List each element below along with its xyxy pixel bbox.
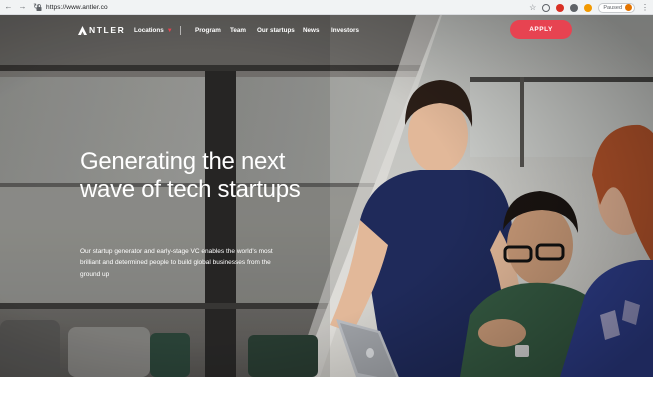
lock-icon: [36, 4, 42, 11]
back-icon[interactable]: ←: [3, 2, 14, 13]
address-bar[interactable]: https://www.antler.co: [36, 2, 556, 13]
forward-icon[interactable]: →: [17, 2, 28, 13]
extension-icon[interactable]: [570, 3, 579, 12]
nav-investors[interactable]: Investors: [331, 27, 359, 34]
star-icon[interactable]: ☆: [529, 3, 536, 12]
extension-icon[interactable]: [542, 3, 551, 12]
profile-button[interactable]: Paused: [598, 2, 635, 13]
url-text: https://www.antler.co: [46, 4, 108, 11]
extension-icon[interactable]: [584, 3, 593, 12]
hero-subtext: Our startup generator and early-stage VC…: [80, 248, 273, 278]
logo-text: NTLER: [89, 25, 126, 35]
nav-divider: [180, 26, 181, 35]
nav-locations[interactable]: Locations ▼: [134, 27, 173, 34]
nav-our-startups[interactable]: Our startups: [257, 27, 295, 34]
nav-program[interactable]: Program: [195, 27, 221, 34]
menu-icon[interactable]: ⋮: [641, 3, 649, 12]
nav-team[interactable]: Team: [230, 27, 246, 34]
site-logo[interactable]: NTLER: [78, 25, 125, 35]
page-below-fold: [0, 377, 653, 401]
hero-headline: Generating the next wave of tech startup…: [80, 148, 301, 203]
extension-icon[interactable]: [556, 3, 565, 12]
nav-news[interactable]: News: [303, 27, 319, 34]
nav-locations-label: Locations: [134, 27, 164, 34]
chevron-down-icon: ▼: [166, 28, 173, 34]
apply-button[interactable]: APPLY: [510, 20, 572, 39]
antler-logo-icon: [78, 25, 87, 35]
profile-status: Paused: [603, 4, 622, 11]
avatar: [625, 4, 632, 11]
browser-toolbar: ← → ↻ https://www.antler.co ☆ Paused ⋮: [0, 0, 653, 15]
